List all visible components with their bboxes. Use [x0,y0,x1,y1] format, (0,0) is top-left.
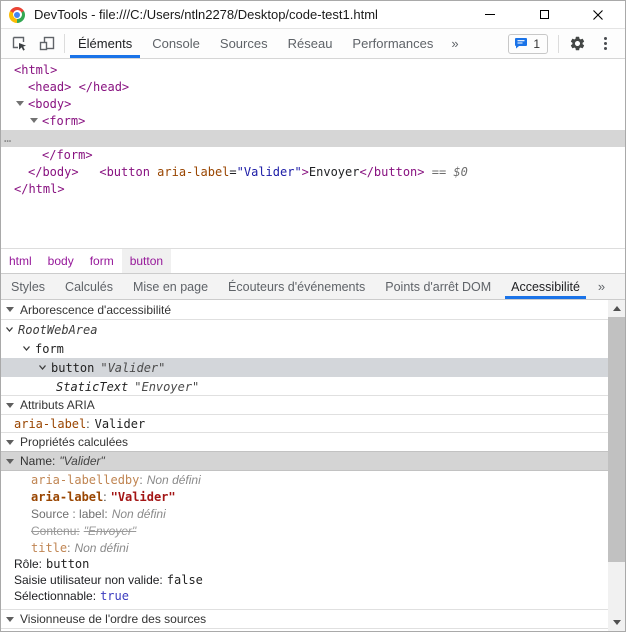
tab-sources[interactable]: Sources [210,29,278,58]
toolbar-divider-2 [558,34,559,53]
window-controls [463,1,625,28]
a11y-node-button-selected[interactable]: button "Valider" [1,358,608,377]
overflow-menu-button[interactable] [591,37,619,50]
minimize-icon [485,14,495,15]
section-collapse-icon [6,616,14,622]
section-collapse-icon [6,307,14,312]
section-collapse-icon [6,458,14,464]
more-tabs-button[interactable]: » [443,29,466,58]
device-toolbar-icon [39,36,54,51]
maximize-icon [539,10,549,19]
maximize-button[interactable] [517,1,571,28]
dom-node-head[interactable]: <head> </head> [1,79,625,96]
dom-node-html-open[interactable]: <html> [1,62,625,79]
scrollbar-down-button[interactable] [608,614,625,631]
section-source-order-viewer[interactable]: Visionneuse de l'ordre des sources [1,609,608,629]
tab-elements[interactable]: Éléments [68,29,142,58]
name-source-title: title: Non défini [31,540,129,555]
a11y-node-statictext[interactable]: StaticText "Envoyer" [1,377,608,396]
section-computed-properties[interactable]: Propriétés calculées [1,432,608,452]
inspect-element-button[interactable] [5,29,33,58]
accessibility-content: Arborescence d'accessibilité RootWebArea… [1,300,608,631]
a11y-node-form[interactable]: form [1,339,608,358]
tab-event-listeners[interactable]: Écouteurs d'événements [218,274,375,299]
close-icon [593,9,603,20]
overflow-dots-icon[interactable]: … [4,130,11,147]
scrollbar-up-button[interactable] [608,300,625,317]
tab-performance[interactable]: Performances [342,29,443,58]
minimize-button[interactable] [463,1,517,28]
titlebar: DevTools - file:///C:/Users/ntln2278/Des… [1,1,625,29]
section-accessibility-tree[interactable]: Arborescence d'accessibilité [1,300,608,320]
badge-count: 1 [533,36,540,51]
property-invalid-user-entry: Saisie utilisateur non valide: false [14,573,203,587]
chevron-down-icon[interactable] [4,324,15,335]
breadcrumb-html[interactable]: html [1,249,40,273]
inspect-cursor-icon [12,36,26,51]
toggle-device-toolbar-button[interactable] [33,29,61,58]
vertical-dots-icon [603,37,607,50]
breadcrumb-button[interactable]: button [121,249,172,273]
sidebar-tabbar: Styles Calculés Mise en page Écouteurs d… [1,273,625,300]
gear-icon [570,36,584,51]
section-name-property[interactable]: Name: "Valider" [1,451,608,471]
tab-network[interactable]: Réseau [278,29,343,58]
section-aria-attributes[interactable]: Attributs ARIA [1,395,608,415]
settings-button[interactable] [563,35,591,52]
elements-panel: <html> <head> </head> <body> <form> … <b… [1,59,625,248]
name-source-aria-labelledby: aria-labelledby: Non défini [31,472,201,487]
name-source-label: Source : label: Non défini [31,506,166,521]
chevron-down-icon[interactable] [21,343,32,354]
dom-node-html-close[interactable]: </html> [1,181,625,198]
tab-console[interactable]: Console [142,29,210,58]
expand-arrow-icon[interactable] [16,101,24,106]
breadcrumb-form[interactable]: form [82,249,122,273]
breadcrumb-body[interactable]: body [40,249,82,273]
tab-accessibility[interactable]: Accessibilité [501,274,590,299]
name-source-aria-label: aria-label: "Valider" [31,489,176,504]
vertical-scrollbar[interactable] [608,300,625,631]
toolbar-divider [64,34,65,53]
tab-layout[interactable]: Mise en page [123,274,218,299]
tab-computed[interactable]: Calculés [55,274,123,299]
main-toolbar: Éléments Console Sources Réseau Performa… [1,29,625,59]
a11y-node-rootwebarea[interactable]: RootWebArea [1,320,608,339]
section-collapse-icon [6,402,14,408]
console-messages-badge[interactable]: 1 [508,33,548,54]
dom-node-body-open[interactable]: <body> [1,96,625,113]
accessibility-pane: Arborescence d'accessibilité RootWebArea… [1,300,625,631]
toolbar-right: 1 [508,29,625,58]
scroll-up-icon [612,306,621,311]
tab-styles[interactable]: Styles [1,274,55,299]
close-button[interactable] [571,1,625,28]
section-collapse-icon [6,439,14,445]
scrollbar-thumb[interactable] [608,317,625,562]
aria-attribute-row: aria-label: Valider [14,417,146,431]
name-source-contents: Contenu: "Envoyer" [31,523,137,538]
expand-arrow-icon[interactable] [30,118,38,123]
breadcrumb: html body form button [1,248,625,273]
selected-element-row[interactable]: … <button aria-label="Valider">Envoyer</… [1,130,625,179]
more-sidebar-tabs-button[interactable]: » [590,274,613,299]
devtools-window: DevTools - file:///C:/Users/ntln2278/Des… [0,0,626,632]
message-bubble-icon [515,38,528,49]
property-focusable: Sélectionnable: true [14,589,129,603]
scroll-down-icon [612,620,621,625]
property-role: Rôle: button [14,557,90,571]
tab-dom-breakpoints[interactable]: Points d'arrêt DOM [375,274,501,299]
dom-node-form-open[interactable]: <form> [1,113,625,130]
window-title: DevTools - file:///C:/Users/ntln2278/Des… [34,7,378,22]
chrome-logo-icon [9,6,25,23]
chevron-down-icon[interactable] [37,362,48,373]
